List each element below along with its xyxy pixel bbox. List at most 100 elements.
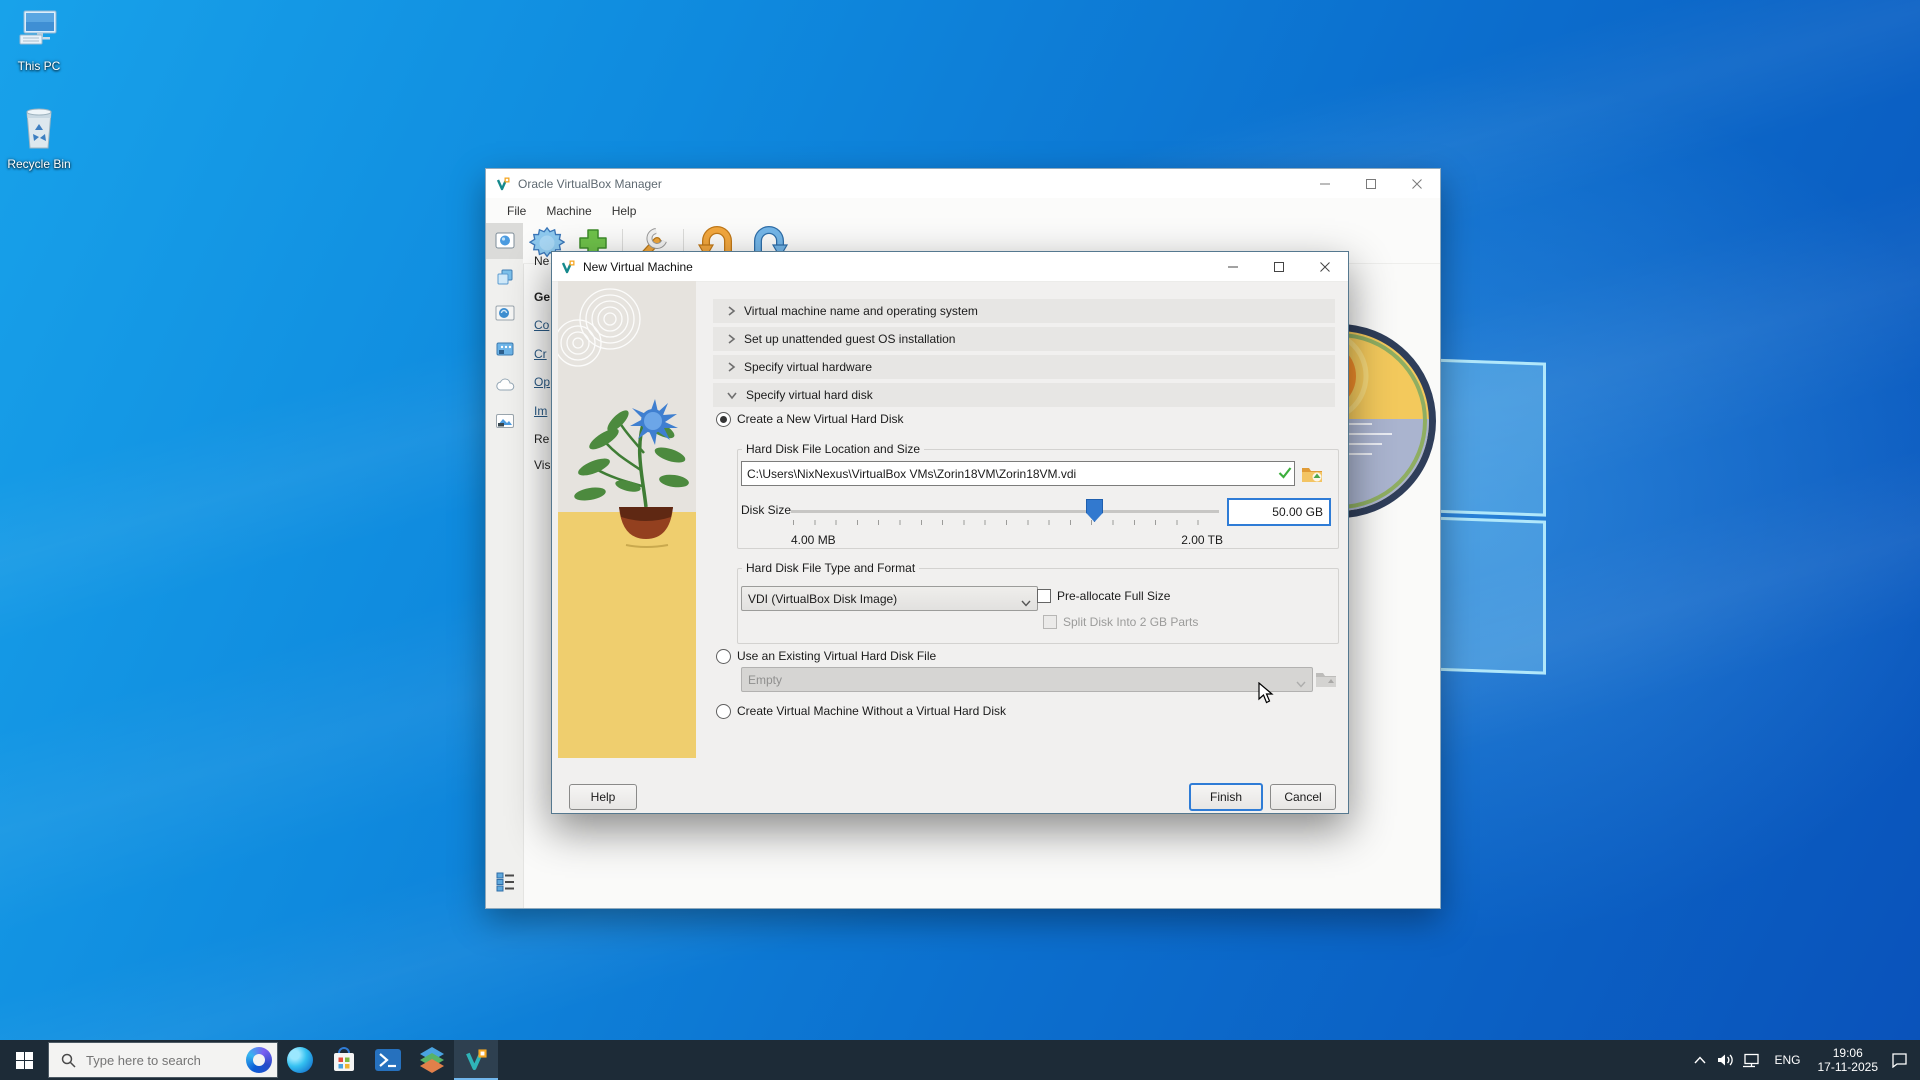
manager-menubar: File Machine Help: [486, 198, 1440, 223]
disk-size-value-input[interactable]: [1227, 498, 1331, 526]
new-vm-dialog: New Virtual Machine: [551, 251, 1349, 814]
tray-network-button[interactable]: [1739, 1040, 1765, 1080]
choose-disk-file-button[interactable]: [1299, 462, 1325, 485]
menu-machine[interactable]: Machine: [536, 200, 601, 222]
welcome-link-fragment[interactable]: Cr: [534, 347, 547, 361]
preallocate-checkbox[interactable]: [1037, 589, 1051, 603]
preallocate-checkbox-label[interactable]: Pre-allocate Full Size: [1057, 589, 1170, 603]
tray-clock-button[interactable]: 19:06 17-11-2025: [1810, 1046, 1887, 1074]
search-input[interactable]: [84, 1052, 228, 1069]
group-location-size-label: Hard Disk File Location and Size: [742, 442, 924, 456]
radio-create-new-disk-label[interactable]: Create a New Virtual Hard Disk: [737, 412, 904, 426]
plant-illustration: [558, 281, 696, 758]
mouse-cursor: [1258, 682, 1278, 704]
sidebar-machines-button[interactable]: [486, 259, 523, 295]
help-button[interactable]: Help: [569, 784, 637, 810]
sidebar-home-button[interactable]: [486, 223, 523, 259]
action-center-button[interactable]: [1886, 1040, 1912, 1080]
taskbar-edge-button[interactable]: [278, 1040, 322, 1080]
finish-button-label: Finish: [1210, 790, 1242, 804]
taskbar-virtualbox-button[interactable]: [454, 1040, 498, 1080]
disk-size-min-label: 4.00 MB: [791, 533, 836, 547]
radio-no-disk[interactable]: [716, 704, 731, 719]
sidebar-extensions-button[interactable]: [486, 295, 523, 331]
powershell-icon: [375, 1049, 401, 1071]
existing-disk-value: Empty: [748, 673, 782, 687]
taskbar-store-button[interactable]: [322, 1040, 366, 1080]
recycle-bin-icon: [17, 104, 61, 152]
finish-button[interactable]: Finish: [1189, 783, 1263, 811]
welcome-link-fragment[interactable]: Co: [534, 318, 549, 332]
folder-icon-disabled: [1315, 670, 1337, 688]
radio-create-new-disk[interactable]: [716, 412, 731, 427]
expander-unattended[interactable]: Set up unattended guest OS installation: [713, 327, 1335, 351]
tray-volume-button[interactable]: [1713, 1040, 1739, 1080]
expander-label: Specify virtual hardware: [744, 360, 872, 374]
expander-hardware[interactable]: Specify virtual hardware: [713, 355, 1335, 379]
dialog-close-button[interactable]: [1302, 252, 1348, 281]
sidebar-log-button[interactable]: [486, 864, 523, 900]
manager-sidebar: [486, 223, 524, 908]
cancel-button[interactable]: Cancel: [1270, 784, 1336, 810]
choose-existing-disk-button: [1313, 667, 1339, 690]
system-tray: ENG 19:06 17-11-2025: [1687, 1040, 1920, 1080]
slider-ticks: [793, 520, 1217, 525]
media-icon: [495, 340, 515, 358]
close-icon: [1411, 178, 1423, 190]
machines-icon: [496, 268, 514, 286]
manager-titlebar[interactable]: Oracle VirtualBox Manager: [486, 169, 1440, 198]
desktop-icon-this-pc[interactable]: This PC: [0, 8, 78, 73]
action-center-icon: [1891, 1052, 1908, 1068]
disk-type-dropdown[interactable]: VDI (VirtualBox Disk Image): [741, 586, 1038, 611]
sidebar-snapshots-button[interactable]: [486, 403, 523, 439]
this-pc-icon: [16, 8, 62, 54]
tray-date: 17-11-2025: [1818, 1060, 1879, 1074]
copilot-icon[interactable]: [246, 1047, 272, 1073]
maximize-icon: [1273, 261, 1285, 273]
sidebar-cloud-button[interactable]: [486, 367, 523, 403]
dialog-minimize-button[interactable]: [1210, 252, 1256, 281]
dialog-titlebar[interactable]: New Virtual Machine: [552, 252, 1348, 282]
minimize-icon: [1319, 178, 1331, 190]
slider-handle[interactable]: [1086, 499, 1103, 522]
disk-size-slider[interactable]: [791, 498, 1219, 530]
menu-help[interactable]: Help: [602, 200, 647, 222]
welcome-link-fragment[interactable]: Op: [534, 375, 550, 389]
expander-name-os[interactable]: Virtual machine name and operating syste…: [713, 299, 1335, 323]
taskbar-layers-button[interactable]: [410, 1040, 454, 1080]
virtualbox-logo-icon: [560, 259, 576, 275]
tray-language-button[interactable]: ENG: [1765, 1053, 1809, 1067]
virtualbox-icon: [463, 1047, 489, 1073]
folder-icon: [1301, 465, 1323, 483]
start-button[interactable]: [0, 1040, 48, 1080]
radio-use-existing-disk-label[interactable]: Use an Existing Virtual Hard Disk File: [737, 649, 936, 663]
welcome-fragment: Ne: [534, 254, 549, 268]
chevron-right-icon: [726, 333, 736, 345]
manager-minimize-button[interactable]: [1302, 169, 1348, 198]
manager-maximize-button[interactable]: [1348, 169, 1394, 198]
layers-icon: [419, 1047, 445, 1073]
disk-file-path-input[interactable]: [741, 461, 1295, 486]
maximize-icon: [1365, 178, 1377, 190]
home-icon: [495, 232, 515, 250]
chevron-down-icon: [1296, 677, 1306, 691]
radio-use-existing-disk[interactable]: [716, 649, 731, 664]
desktop-icon-recycle-bin[interactable]: Recycle Bin: [0, 104, 78, 171]
dialog-maximize-button[interactable]: [1256, 252, 1302, 281]
taskbar-powershell-button[interactable]: [366, 1040, 410, 1080]
tray-time: 19:06: [1818, 1046, 1879, 1060]
dialog-illustration: [558, 281, 696, 758]
sidebar-media-button[interactable]: [486, 331, 523, 367]
radio-no-disk-label[interactable]: Create Virtual Machine Without a Virtual…: [737, 704, 1006, 718]
manager-close-button[interactable]: [1394, 169, 1440, 198]
slider-track[interactable]: [791, 510, 1219, 513]
expander-label: Specify virtual hard disk: [746, 388, 873, 402]
chevron-down-icon: [1021, 596, 1031, 610]
network-icon: [1743, 1053, 1761, 1068]
welcome-link-fragment[interactable]: Im: [534, 404, 547, 418]
taskbar-search[interactable]: [48, 1042, 278, 1078]
menu-file[interactable]: File: [497, 200, 536, 222]
tray-chevron-up-button[interactable]: [1687, 1040, 1713, 1080]
expander-hard-disk[interactable]: Specify virtual hard disk: [713, 383, 1335, 407]
log-list-icon: [495, 871, 515, 893]
